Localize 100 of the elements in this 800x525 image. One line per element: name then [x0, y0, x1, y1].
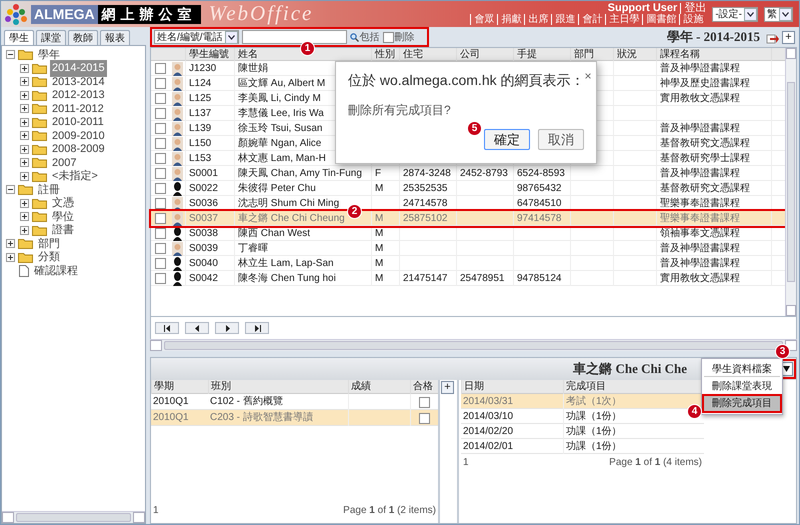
table-row[interactable]: 2014/02/20 功課（1份）	[461, 424, 704, 439]
expand-icon[interactable]	[20, 64, 29, 73]
expand-icon[interactable]	[20, 158, 29, 168]
nav-link[interactable]: 跟進	[551, 14, 578, 25]
checkbox[interactable]	[154, 168, 166, 179]
expand-icon[interactable]	[20, 198, 29, 208]
add-button[interactable]: +	[782, 30, 795, 44]
column-header[interactable]: 學生編號	[185, 48, 234, 61]
add-button[interactable]: +	[441, 381, 454, 394]
tree-item[interactable]: 2010-2011	[50, 114, 106, 130]
nav-link[interactable]: 捐獻	[497, 14, 524, 25]
menu-item[interactable]: 學生資料檔案	[704, 362, 780, 377]
table-row[interactable]: S0001 陳天鳳 Chan, Amy Tin-Fung F 2874-3248 2452-8793 6524-8593 普及神學證書課程	[151, 166, 785, 181]
sidebar-tab[interactable]: 教師	[68, 30, 98, 45]
checkbox[interactable]	[154, 243, 166, 254]
pager-info: Page 1 of 1 (2 items)	[343, 504, 436, 518]
sidebar-tab[interactable]: 學生	[4, 30, 34, 45]
cancel-button[interactable]: 取消	[538, 129, 584, 150]
settings-select[interactable]: -設定-	[712, 6, 758, 22]
next-page-button[interactable]	[215, 322, 239, 334]
nav-link[interactable]: 主日學	[605, 14, 642, 25]
expand-icon[interactable]	[20, 104, 29, 114]
expand-icon[interactable]	[6, 239, 15, 248]
tree-item[interactable]: 文憑	[50, 195, 76, 212]
column-header[interactable]: 學期	[151, 380, 208, 394]
checkbox[interactable]	[154, 138, 166, 149]
scrollbar[interactable]	[785, 48, 796, 316]
menu-item[interactable]: 刪除課堂表現	[704, 379, 780, 394]
expand-icon[interactable]	[20, 212, 29, 222]
nav-link[interactable]: 設施	[679, 14, 706, 25]
language-select[interactable]: 繁	[764, 6, 793, 22]
scrollbar[interactable]	[2, 511, 145, 523]
checkbox[interactable]	[154, 123, 166, 134]
column-header[interactable]: 狀況	[613, 48, 656, 61]
search-field[interactable]	[242, 30, 347, 44]
checkbox[interactable]	[154, 183, 166, 194]
table-row[interactable]: S0038 陳西 Chan West M 領袖事奉文憑課程	[151, 226, 785, 241]
table-row[interactable]: S0022 朱彼得 Peter Chu M 25352535 98765432 基督教研究文憑課程	[151, 181, 785, 196]
checkbox[interactable]	[154, 93, 166, 104]
tree-item[interactable]: 2008-2009	[50, 141, 107, 158]
table-cell: L150	[185, 136, 234, 151]
previous-page-button[interactable]	[185, 322, 209, 334]
expand-icon[interactable]	[20, 226, 29, 235]
column-header[interactable]: 課程名稱	[656, 48, 771, 61]
tree-item[interactable]: 部門	[36, 236, 62, 252]
last-page-button[interactable]	[245, 322, 269, 334]
checkbox[interactable]	[154, 228, 166, 239]
expand-icon[interactable]	[20, 131, 29, 140]
checkbox[interactable]	[419, 396, 430, 408]
tree-item[interactable]: 2012-2013	[50, 87, 107, 104]
checkbox[interactable]	[154, 78, 166, 89]
sidebar-tab[interactable]: 報表	[100, 30, 130, 45]
table-row[interactable]: S0042 陳冬海 Chen Tung hoi M 21475147 25478951 94785124 實用教牧文憑課程	[151, 271, 785, 286]
checkbox[interactable]	[154, 213, 166, 224]
nav-link[interactable]: 出席	[524, 14, 552, 25]
checkbox[interactable]	[154, 273, 166, 284]
tree-item[interactable]: 學位	[50, 208, 76, 225]
expand-icon[interactable]	[20, 144, 29, 154]
checkbox[interactable]	[419, 412, 430, 424]
ok-button[interactable]: 確定	[484, 129, 530, 150]
tree-item[interactable]: 2007	[50, 154, 78, 171]
table-row[interactable]: S0040 林立生 Lam, Lap-San M 普及神學證書課程	[151, 256, 785, 271]
sidebar-tab[interactable]: 課堂	[36, 30, 66, 45]
table-row[interactable]: 2010Q1 C203 - 詩歌智慧書導讀	[151, 410, 438, 426]
collapse-icon[interactable]	[6, 185, 15, 194]
checkbox[interactable]	[154, 63, 166, 74]
checkbox[interactable]	[382, 32, 394, 42]
expand-icon[interactable]	[20, 77, 29, 86]
tree-item[interactable]: 2011-2012	[50, 100, 106, 117]
tree-item[interactable]: 2009-2010	[50, 128, 107, 144]
nav-link[interactable]: 圖書館	[642, 14, 680, 25]
collapse-icon[interactable]	[6, 50, 15, 60]
expand-icon[interactable]	[20, 90, 29, 100]
checkbox[interactable]	[154, 153, 166, 164]
search-button[interactable]: 包括	[350, 30, 380, 44]
tree-item[interactable]: <未指定>	[50, 168, 100, 184]
search-field-select[interactable]: 姓名/編號/電話	[154, 30, 239, 44]
tree-item[interactable]: 註冊	[36, 182, 62, 198]
nav-link[interactable]: 會眾	[470, 14, 498, 25]
checkbox[interactable]	[154, 198, 166, 209]
column-header[interactable]: 成績	[348, 380, 410, 394]
menu-item[interactable]: 刪除完成項目	[704, 396, 780, 411]
tree-item[interactable]: 2013-2014	[50, 74, 107, 90]
column-header[interactable]: 班別	[208, 380, 348, 394]
table-row[interactable]: 2014/02/01 功課（1份）	[461, 439, 704, 454]
tree-item[interactable]: 證書	[50, 222, 76, 238]
detail-title: 車之鏘 Che Chi Che	[573, 360, 687, 378]
expand-icon[interactable]	[20, 118, 29, 127]
expand-icon[interactable]	[20, 172, 29, 181]
logout-link[interactable]: 登出	[680, 3, 706, 14]
first-page-button[interactable]	[155, 322, 179, 334]
expand-icon[interactable]	[6, 252, 15, 262]
checkbox[interactable]	[154, 108, 166, 119]
tree-item[interactable]: 確認課程	[32, 262, 80, 279]
nav-link[interactable]: 會計	[578, 14, 606, 25]
pager-page: 1	[153, 504, 159, 518]
tree-item[interactable]: 學年	[36, 46, 62, 63]
checkbox[interactable]	[154, 258, 166, 269]
tree-item[interactable]: 分類	[36, 249, 62, 266]
table-row[interactable]: S0039 丁睿暉 M 普及神學證書課程	[151, 241, 785, 256]
